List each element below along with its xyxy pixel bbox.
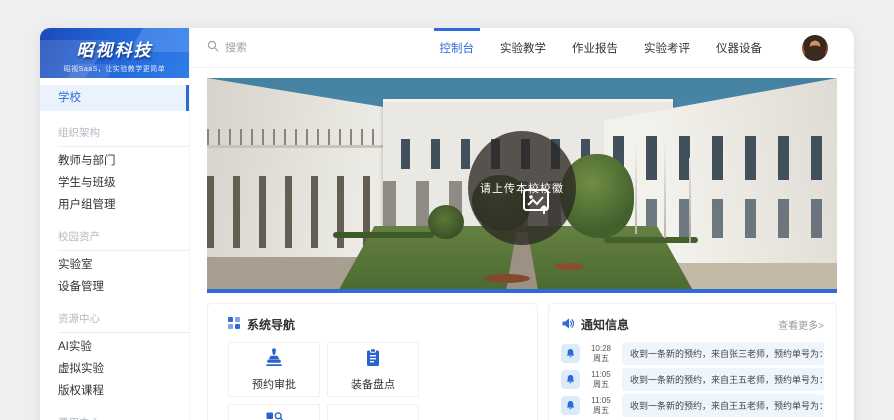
sidebar-item-licensed-courses[interactable]: 版权课程 — [40, 381, 189, 401]
notification-message[interactable]: 收到一条新的预约，来自王五老师，预约单号为：Y-0056，请尽快处理。 — [622, 394, 824, 417]
notification-time: 10:28 周五 — [586, 344, 616, 363]
grid-icon — [228, 317, 240, 332]
user-avatar[interactable] — [802, 35, 828, 61]
card-title: 通知信息 — [581, 316, 629, 333]
bell-icon — [561, 396, 580, 415]
notification-message[interactable]: 收到一条新的预约，来自王五老师，预约单号为：Y-0056，请尽快处理。 — [622, 368, 824, 391]
card-header: 系统导航 — [228, 315, 517, 342]
sidebar-item-virtual-experiment[interactable]: 虚拟实验 — [40, 359, 189, 379]
sidebar-item-laboratory[interactable]: 实验室 — [40, 255, 189, 275]
brand-title: 昭视科技 — [40, 36, 189, 61]
tile-partial-1[interactable] — [327, 404, 419, 420]
bell-icon — [561, 370, 580, 389]
system-navigation-card: 系统导航 预约审批 装备盘点 — [207, 303, 538, 420]
sidebar-item-ai-experiment[interactable]: AI实验 — [40, 337, 189, 357]
sidebar-section-org: 组织架构 — [40, 113, 189, 143]
tile-equipment-inventory[interactable]: 装备盘点 — [327, 342, 419, 397]
notification-time: 11:05 周五 — [586, 396, 616, 415]
view-more-link[interactable]: 查看更多> — [778, 317, 824, 332]
notification-message[interactable]: 收到一条新的预约，来自张三老师，预约单号为：Y-0044，请尽快处理。 — [622, 342, 824, 365]
notification-row: 11:05 周五 收到一条新的预约，来自王五老师，预约单号为：Y-0056，请尽… — [561, 394, 824, 417]
nav-tiles: 预约审批 装备盘点 装备查询 — [228, 342, 517, 420]
cards-row: 系统导航 预约审批 装备盘点 — [207, 303, 837, 420]
sidebar-section-campus-assets: 校园资产 — [40, 217, 189, 247]
search-blocks-icon — [263, 409, 285, 420]
search-box[interactable] — [207, 39, 345, 57]
content-area: 请上传本校校徽 系统导航 — [190, 68, 854, 420]
upload-school-badge-button[interactable]: 请上传本校校徽 — [468, 131, 576, 245]
notification-row: 11:05 周五 收到一条新的预约，来自王五老师，预约单号为：Y-0056，请尽… — [561, 368, 824, 391]
tile-label: 装备盘点 — [351, 376, 395, 392]
tab-experiment-teaching[interactable]: 实验教学 — [498, 28, 548, 68]
tab-experiment-assessment[interactable]: 实验考评 — [642, 28, 692, 68]
stamp-icon — [263, 347, 285, 372]
tile-label: 预约审批 — [252, 376, 296, 392]
sidebar-item-students-classes[interactable]: 学生与班级 — [40, 173, 189, 193]
speaker-icon — [561, 317, 574, 333]
top-bar: 控制台 实验教学 作业报告 实验考评 仪器设备 — [190, 28, 854, 68]
search-input[interactable] — [225, 42, 345, 54]
brand-tagline: 昭视SaaS，让实验教学更简单 — [40, 64, 189, 74]
tile-reservation-approval[interactable]: 预约审批 — [228, 342, 320, 397]
divider — [58, 332, 189, 333]
desktop-background: { "colors": { "accent": "#2E6BD8", "logo… — [0, 0, 894, 420]
notification-row: 10:28 周五 收到一条新的预约，来自张三老师，预约单号为：Y-0044，请尽… — [561, 342, 824, 365]
app-window: 昭视科技 昭视SaaS，让实验教学更简单 学校 组织架构 教师与部门 学生与班级… — [40, 28, 854, 420]
upload-label: 请上传本校校徽 — [480, 180, 564, 196]
card-title: 系统导航 — [247, 316, 295, 333]
main-column: 控制台 实验教学 作业报告 实验考评 仪器设备 — [190, 28, 854, 420]
card-header: 通知信息 查看更多> — [561, 315, 824, 342]
left-column: 昭视科技 昭视SaaS，让实验教学更简单 学校 组织架构 教师与部门 学生与班级… — [40, 28, 190, 420]
brand-logo[interactable]: 昭视科技 昭视SaaS，让实验教学更简单 — [40, 28, 189, 78]
sidebar-item-teachers-departments[interactable]: 教师与部门 — [40, 151, 189, 171]
tab-instruments[interactable]: 仪器设备 — [714, 28, 764, 68]
search-icon — [207, 39, 219, 57]
sidebar-section-resources: 资源中心 — [40, 299, 189, 329]
sidebar-item-device-management[interactable]: 设备管理 — [40, 277, 189, 297]
notification-time: 11:05 周五 — [586, 370, 616, 389]
notification-card: 通知信息 查看更多> 10:28 周五 收到一条新的预约， — [548, 303, 837, 420]
notification-list: 10:28 周五 收到一条新的预约，来自张三老师，预约单号为：Y-0044，请尽… — [561, 342, 824, 420]
divider — [58, 146, 189, 147]
top-nav-tabs: 控制台 实验教学 作业报告 实验考评 仪器设备 — [438, 28, 765, 68]
clipboard-icon — [362, 347, 384, 372]
campus-photo-banner: 请上传本校校徽 — [207, 78, 837, 293]
sidebar-section-billing: 费用中心 — [40, 403, 189, 420]
tab-console[interactable]: 控制台 — [438, 28, 477, 68]
tile-equipment-search[interactable]: 装备查询 — [228, 404, 320, 420]
campus-tree — [428, 205, 464, 239]
sidebar: 学校 组织架构 教师与部门 学生与班级 用户组管理 校园资产 实验室 设备管理 … — [40, 78, 189, 420]
bell-icon — [561, 344, 580, 363]
sidebar-item-user-groups[interactable]: 用户组管理 — [40, 195, 189, 215]
divider — [58, 250, 189, 251]
sidebar-item-school[interactable]: 学校 — [40, 85, 189, 111]
tab-homework-report[interactable]: 作业报告 — [570, 28, 620, 68]
